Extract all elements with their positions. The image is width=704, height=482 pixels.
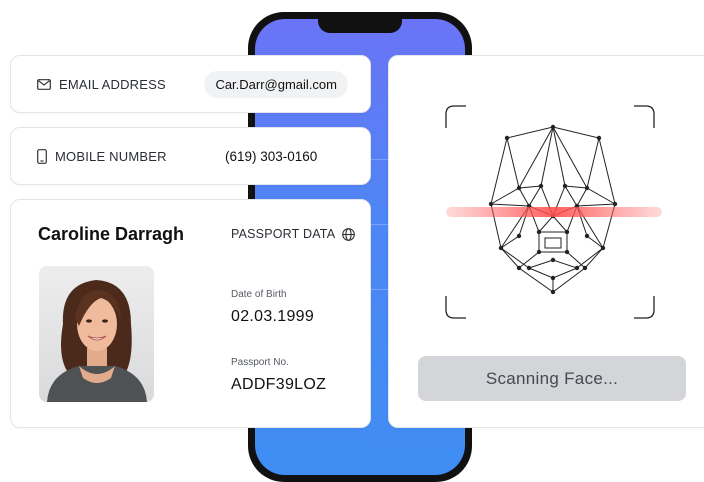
email-value: Car.Darr@gmail.com — [204, 70, 348, 98]
passport-no-value: ADDF39LOZ — [231, 376, 327, 393]
passport-photo — [39, 266, 154, 402]
mobile-label-group: MOBILE NUMBER — [37, 149, 207, 164]
holder-name: Caroline Darragh — [38, 224, 185, 244]
scanning-face-button[interactable]: Scanning Face... — [418, 356, 686, 401]
mobile-card: MOBILE NUMBER (619) 303-0160 — [10, 127, 371, 185]
face-scan-card: Scanning Face... — [388, 55, 704, 428]
mobile-value: (619) 303-0160 — [225, 148, 318, 164]
envelope-icon — [37, 78, 51, 90]
passport-card: Caroline Darragh PASSPORT DATA Date of B… — [10, 199, 371, 428]
email-label-group: EMAIL ADDRESS — [37, 77, 204, 92]
face-scan-graphic — [445, 105, 662, 319]
passport-data-label: PASSPORT DATA — [231, 227, 336, 241]
globe-icon — [342, 227, 356, 241]
passport-no-label: Passport No. — [231, 357, 289, 368]
mobile-label: MOBILE NUMBER — [55, 148, 167, 164]
email-card: EMAIL ADDRESS Car.Darr@gmail.com — [10, 55, 371, 113]
scan-line — [446, 207, 662, 217]
phone-notch — [318, 19, 402, 33]
passport-data-label-group: PASSPORT DATA — [231, 227, 356, 241]
email-label: EMAIL ADDRESS — [59, 76, 166, 92]
dob-label: Date of Birth — [231, 289, 287, 300]
dob-value: 02.03.1999 — [231, 308, 315, 325]
phone-icon — [37, 148, 47, 164]
